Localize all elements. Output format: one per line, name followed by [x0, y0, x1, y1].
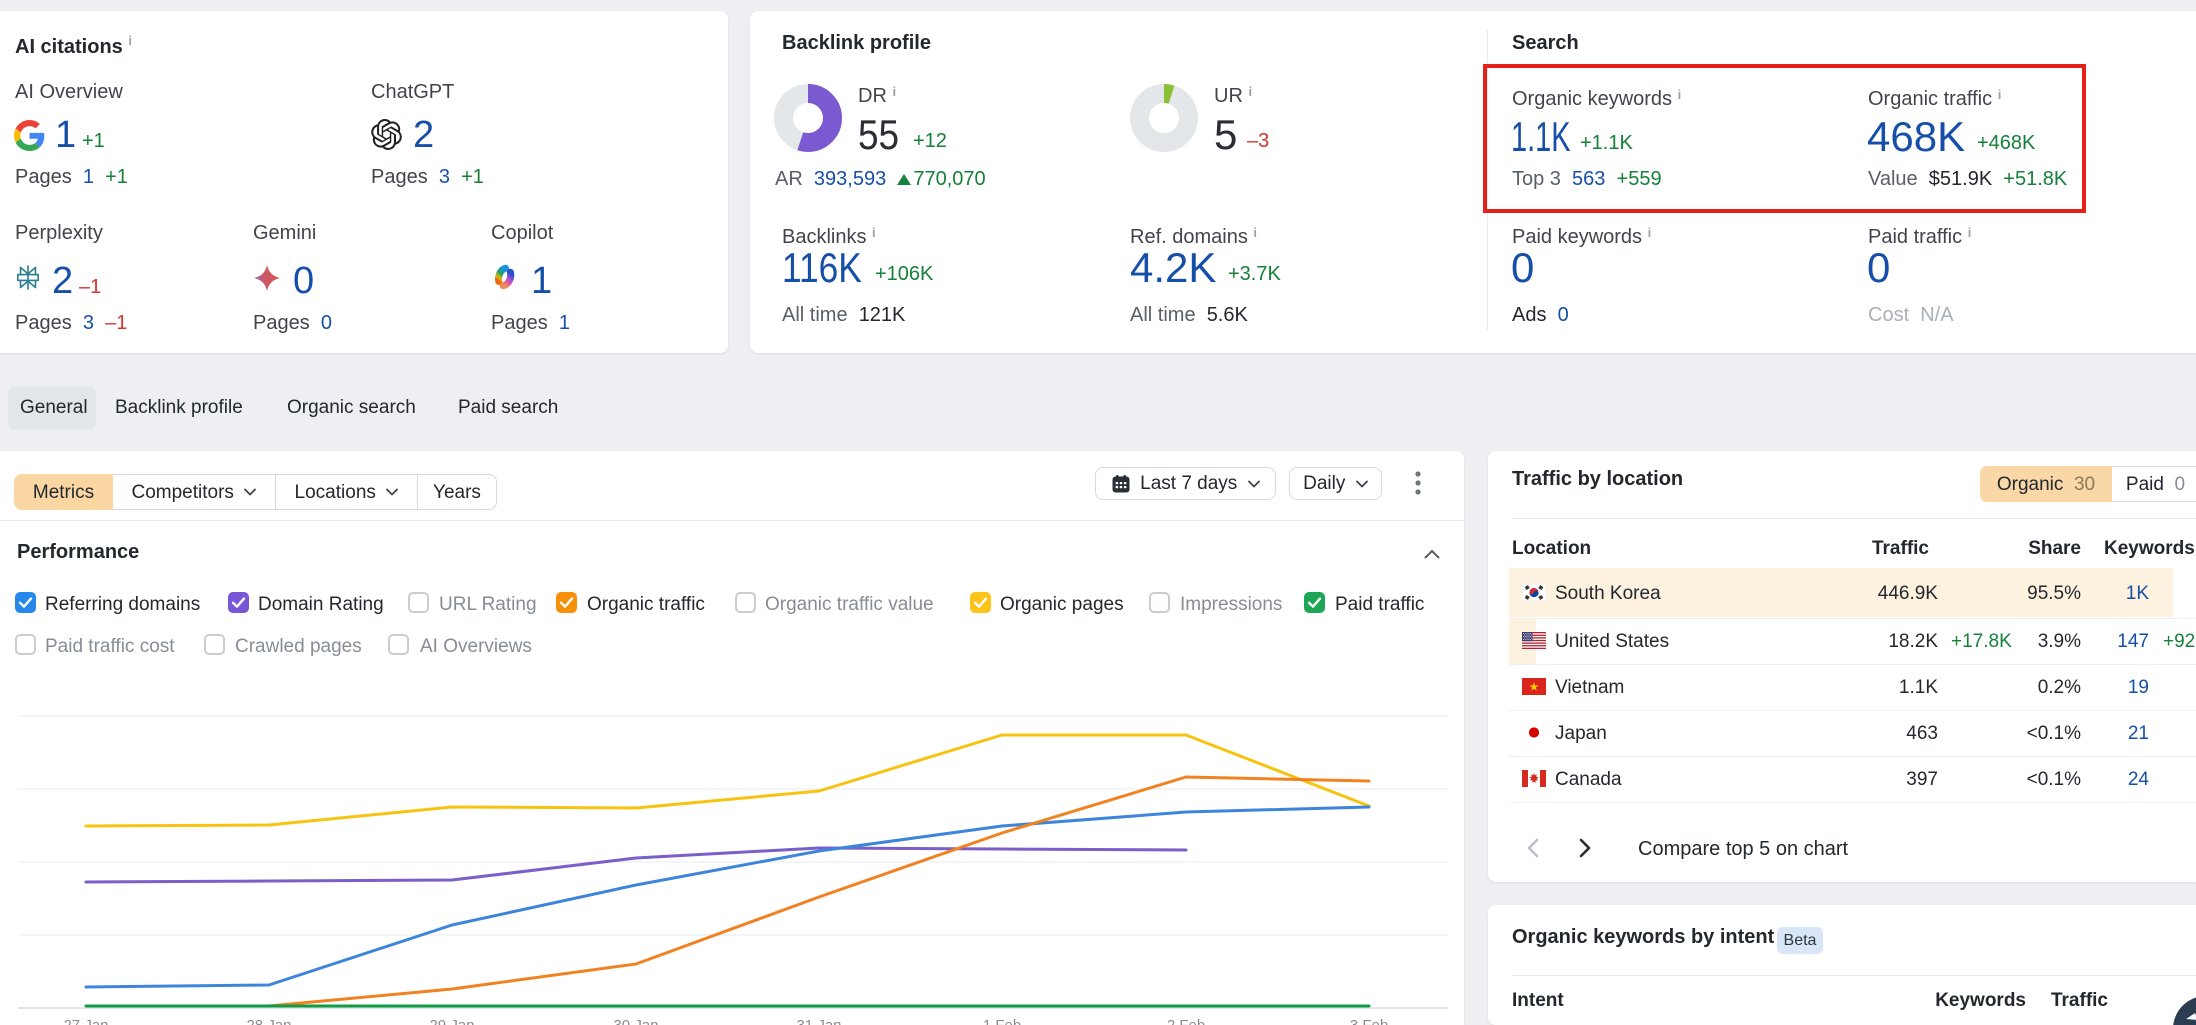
svg-text:31 Jan: 31 Jan — [796, 1017, 841, 1025]
svg-text:27 Jan: 27 Jan — [63, 1017, 108, 1025]
svg-text:1 Feb: 1 Feb — [983, 1017, 1021, 1025]
svg-text:2 Feb: 2 Feb — [1167, 1017, 1205, 1025]
svg-text:28 Jan: 28 Jan — [246, 1017, 291, 1025]
svg-text:3 Feb: 3 Feb — [1350, 1017, 1388, 1025]
svg-text:29 Jan: 29 Jan — [429, 1017, 474, 1025]
svg-text:30 Jan: 30 Jan — [613, 1017, 658, 1025]
